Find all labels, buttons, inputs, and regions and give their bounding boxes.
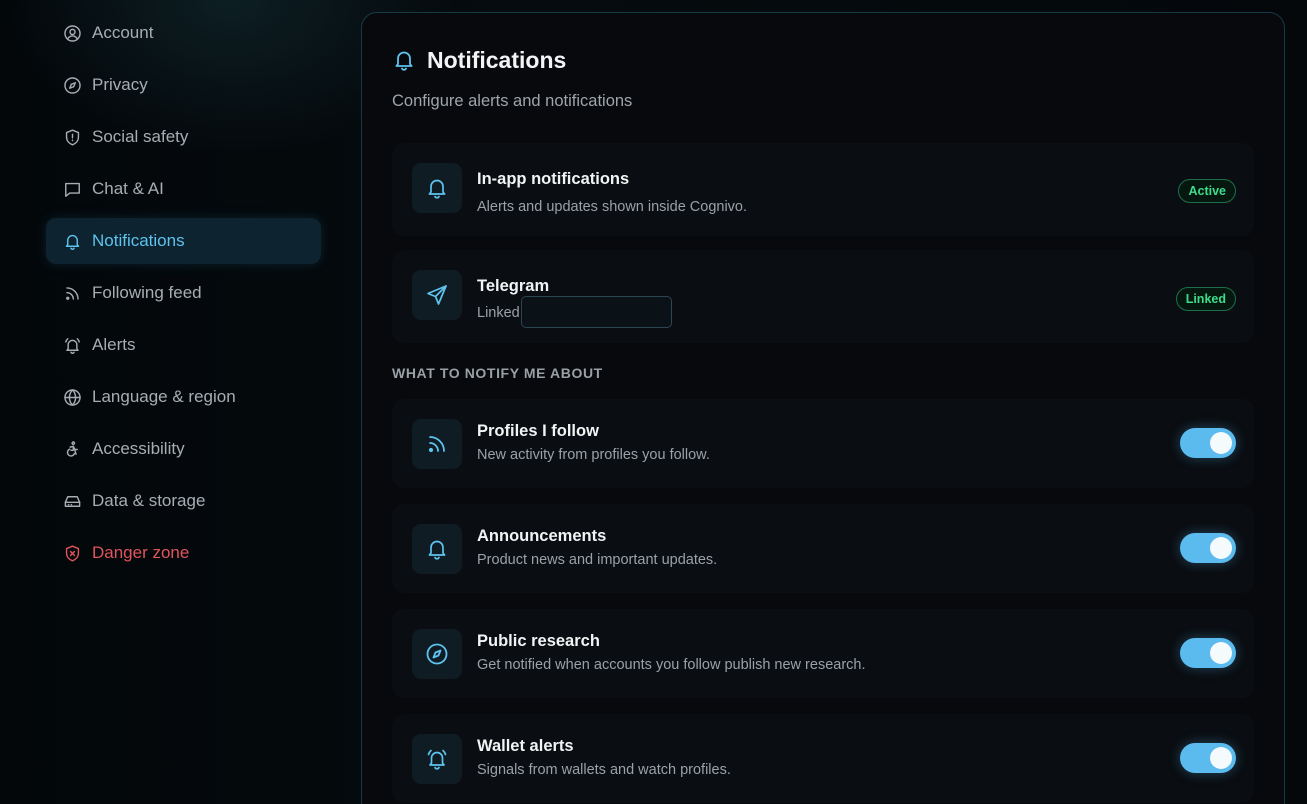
topic-description: Product news and important updates. [477,552,718,568]
sidebar-item-notifications[interactable]: Notifications [46,218,321,264]
sidebar-item-label: Privacy [92,75,148,94]
sidebar-item-privacy[interactable]: Privacy [46,62,321,108]
topic-description: Get notified when accounts you follow pu… [477,657,866,673]
sidebar-item-danger-zone[interactable]: Danger zone [46,530,321,576]
bell-icon [428,540,446,560]
sidebar-item-label: Social safety [92,127,189,146]
sidebar-item-accessibility[interactable]: Accessibility [46,426,321,472]
shield-x-icon [62,543,82,563]
topic-icon-tile [412,419,462,469]
sidebar-item-data-storage[interactable]: Data & storage [46,478,321,524]
profiles-toggle[interactable] [1180,428,1236,458]
sidebar-item-following-feed[interactable]: Following feed [46,270,321,316]
sidebar-item-label: Notifications [92,231,185,250]
sidebar-item-label: Language & region [92,387,236,406]
compass-icon [62,75,82,95]
channel-card-telegram: Telegram Linked Linked [392,250,1254,343]
topic-icon-tile [412,734,462,784]
status-badge: Linked [1175,287,1236,311]
user-circle-icon [62,23,82,43]
rss-icon [62,283,82,303]
topic-title: Announcements [477,527,607,545]
wallet-alerts-toggle[interactable] [1180,743,1236,773]
sidebar-item-alerts[interactable]: Alerts [46,322,321,368]
topic-icon-tile [412,524,462,574]
topic-card-public-research: Public research Get notified when accoun… [392,609,1254,698]
rss-icon [428,436,445,453]
sidebar-item-chat-ai[interactable]: Chat & AI [46,166,321,212]
alarm-bell-icon [427,749,447,770]
topic-card-wallet-alerts: Wallet alerts Signals from wallets and w… [392,714,1254,803]
toggle-knob [1210,642,1232,664]
topic-description: Signals from wallets and watch profiles. [477,762,731,778]
settings-sidebar: Account Privacy Social safety Chat & AI … [46,10,321,582]
topic-title: Wallet alerts [477,737,574,755]
toggle-knob [1210,747,1232,769]
channel-description: Alerts and updates shown inside Cognivo. [477,199,748,215]
channel-icon-tile [412,163,462,213]
sidebar-item-label: Data & storage [92,491,206,510]
sidebar-item-label: Danger zone [92,543,190,562]
topic-card-profiles: Profiles I follow New activity from prof… [392,399,1254,488]
topic-card-announcements: Announcements Product news and important… [392,504,1254,593]
status-badge: Active [1178,179,1236,203]
channel-icon-tile [412,270,462,320]
notifications-panel: Notifications Configure alerts and notif… [361,12,1285,804]
announcements-toggle[interactable] [1180,533,1236,563]
sidebar-item-label: Alerts [92,335,136,354]
page-subtitle: Configure alerts and notifications [392,92,633,110]
accessibility-icon [62,439,82,459]
toggle-knob [1210,432,1232,454]
sidebar-item-label: Chat & AI [92,179,164,198]
chat-bubble-icon [62,179,82,199]
topic-description: New activity from profiles you follow. [477,447,710,463]
toggle-knob [1210,537,1232,559]
sidebar-item-account[interactable]: Account [46,10,321,56]
hard-drive-icon [62,491,82,511]
bell-icon [428,179,446,199]
channel-title: Telegram [477,277,550,295]
section-heading: WHAT TO NOTIFY ME ABOUT [392,365,603,381]
channel-title: In-app notifications [477,170,630,188]
sidebar-item-label: Following feed [92,283,202,302]
settings-page: Account Privacy Social safety Chat & AI … [0,0,1307,804]
globe-icon [62,387,82,407]
topic-icon-tile [412,629,462,679]
sidebar-item-label: Account [92,23,154,42]
topic-title: Profiles I follow [477,422,599,440]
sidebar-item-social-safety[interactable]: Social safety [46,114,321,160]
channel-description: Linked [477,305,520,321]
channel-card-in-app: In-app notifications Alerts and updates … [392,143,1254,236]
topic-title: Public research [477,632,600,650]
shield-icon [62,127,82,147]
telegram-handle-input[interactable] [521,296,672,328]
sidebar-item-label: Accessibility [92,439,185,458]
send-icon [427,285,447,305]
page-title: Notifications [427,47,567,73]
panel-header: Notifications [392,47,566,74]
alarm-bell-icon [62,335,82,355]
compass-icon [426,643,448,665]
bell-icon [392,48,418,74]
bell-icon [62,231,82,251]
public-research-toggle[interactable] [1180,638,1236,668]
sidebar-item-language-region[interactable]: Language & region [46,374,321,420]
